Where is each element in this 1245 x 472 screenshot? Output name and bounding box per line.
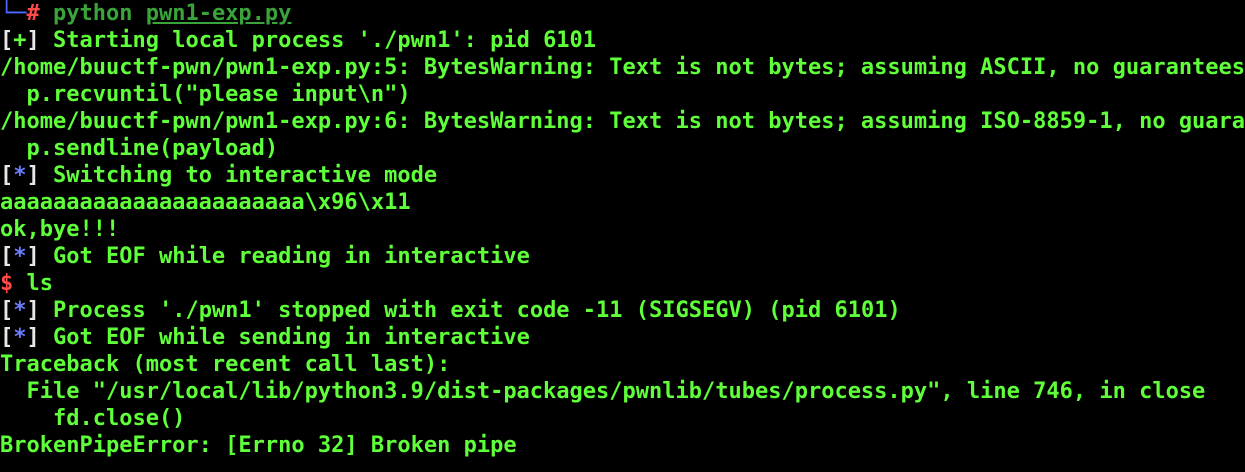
prompt-hash: # [26, 1, 40, 26]
asterisk-icon: * [13, 163, 27, 188]
traceback-code-line: fd.close() [0, 406, 186, 431]
asterisk-icon: * [13, 244, 27, 269]
terminal-window[interactable]: └─# python pwn1-exp.py [+] Starting loca… [0, 0, 1245, 472]
asterisk-icon: * [13, 325, 27, 350]
output-line: [*] Got EOF while sending in interactive [0, 325, 530, 350]
dollar-prompt-icon: $ [0, 271, 14, 296]
output-line: aaaaaaaaaaaaaaaaaaaaaaa\x96\x11 [0, 190, 411, 215]
prompt-corner-icon: └─ [0, 1, 27, 26]
error-message: BrokenPipeError: [Errno 32] Broken pipe [0, 433, 517, 458]
command-text: python [39, 1, 146, 26]
output-line: p.recvuntil("please input\n") [0, 82, 411, 107]
traceback-file-line: File "/usr/local/lib/python3.9/dist-pack… [0, 379, 1206, 404]
output-line: [*] Switching to interactive mode [0, 163, 438, 188]
command-argument: pwn1-exp.py [145, 1, 292, 26]
output-line: ok,bye!!! [0, 217, 120, 242]
output-line: [+] Starting local process './pwn1': pid… [0, 28, 597, 53]
output-line: [*] Process './pwn1' stopped with exit c… [0, 298, 901, 323]
output-line: /home/buuctf-pwn/pwn1-exp.py:5: BytesWar… [0, 55, 1245, 80]
traceback-header: Traceback (most recent call last): [0, 352, 451, 377]
plus-icon: + [13, 28, 27, 53]
output-line: [*] Got EOF while reading in interactive [0, 244, 530, 269]
output-line: p.sendline(payload) [0, 136, 279, 161]
interactive-input-line[interactable]: $ ls [0, 270, 53, 297]
output-line: /home/buuctf-pwn/pwn1-exp.py:6: BytesWar… [0, 109, 1245, 134]
prompt-line: └─# python pwn1-exp.py [0, 0, 291, 27]
asterisk-icon: * [13, 298, 27, 323]
